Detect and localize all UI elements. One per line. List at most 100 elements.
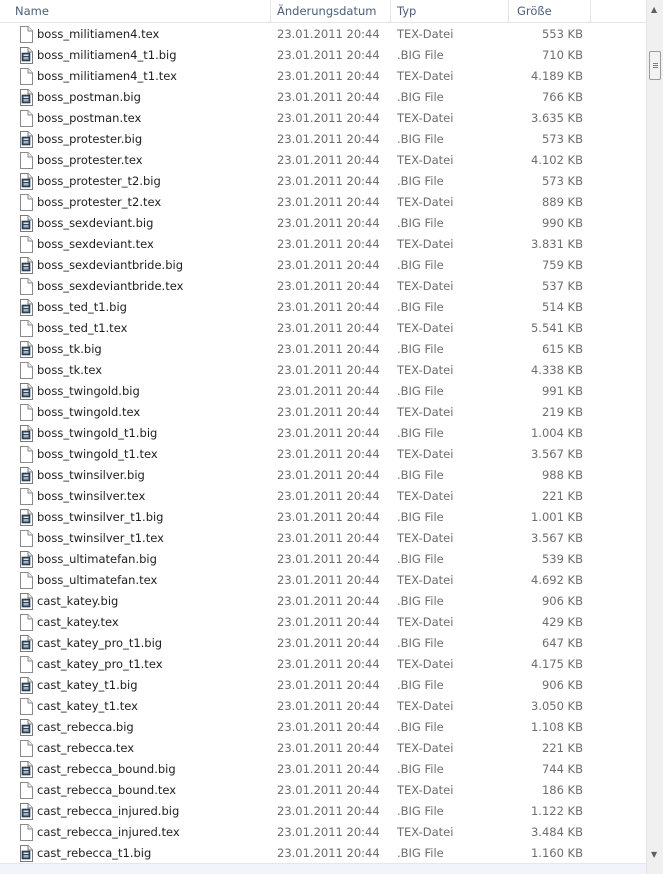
file-size: 539 KB (541, 552, 583, 566)
file-modified-date: 23.01.2011 20:44 (277, 69, 380, 83)
file-row[interactable]: boss_protester_t2.tex 23.01.2011 20:44 TEX… (0, 192, 646, 213)
file-row[interactable]: boss_ultimatefan.tex 23.01.2011 20:44 TEX-… (0, 570, 646, 591)
file-row[interactable]: boss_twinsilver_t1.big 23.01.2011 20:44 .B… (0, 507, 646, 528)
file-row[interactable]: boss_twinsilver.big 23.01.2011 20:44 .BIG … (0, 465, 646, 486)
file-row[interactable]: cast_rebecca.tex 23.01.2011 20:44 TEX-Date… (0, 738, 646, 759)
column-header-size[interactable]: Größe (517, 0, 552, 22)
blank-file-icon (19, 488, 33, 505)
big-file-icon (19, 551, 33, 568)
grip-line (653, 67, 658, 68)
blank-file-icon (19, 530, 33, 547)
file-row[interactable]: boss_protester_t2.big 23.01.2011 20:44 .BI… (0, 171, 646, 192)
blank-file-icon (19, 320, 33, 337)
file-row[interactable]: boss_sexdeviant.tex 23.01.2011 20:44 TEX-D… (0, 234, 646, 255)
file-name: boss_ted_t1.tex (37, 321, 128, 335)
file-type: .BIG File (397, 636, 444, 650)
column-divider[interactable] (390, 0, 391, 22)
file-row[interactable]: boss_twingold_t1.big 23.01.2011 20:44 .BIG… (0, 423, 646, 444)
file-row[interactable]: boss_twingold_t1.tex 23.01.2011 20:44 TEX-… (0, 444, 646, 465)
file-name: boss_twinsilver_t1.big (37, 510, 164, 524)
file-modified-date: 23.01.2011 20:44 (277, 573, 380, 587)
file-row[interactable]: boss_twingold.tex 23.01.2011 20:44 TEX-Dat… (0, 402, 646, 423)
blank-file-icon (19, 110, 33, 127)
file-name: boss_twingold_t1.tex (37, 447, 158, 461)
file-modified-date: 23.01.2011 20:44 (277, 279, 380, 293)
blank-file-icon (19, 26, 33, 43)
file-type: .BIG File (397, 510, 444, 524)
file-name: boss_militiamen4_t1.tex (37, 69, 177, 83)
blank-file-icon (19, 572, 33, 589)
file-modified-date: 23.01.2011 20:44 (277, 342, 380, 356)
file-name: cast_rebecca_t1.big (37, 846, 152, 860)
file-modified-date: 23.01.2011 20:44 (277, 363, 380, 377)
file-row[interactable]: boss_ultimatefan.big 23.01.2011 20:44 .BIG… (0, 549, 646, 570)
status-strip (0, 864, 646, 874)
file-row[interactable]: boss_sexdeviantbride.big 23.01.2011 20:44… (0, 255, 646, 276)
file-modified-date: 23.01.2011 20:44 (277, 426, 380, 440)
scroll-thumb[interactable] (649, 51, 661, 80)
vertical-scrollbar[interactable]: ▲ ▼ (646, 0, 663, 874)
column-divider[interactable] (590, 0, 591, 22)
file-row[interactable]: cast_katey_t1.big 23.01.2011 20:44 .BIG Fi… (0, 675, 646, 696)
file-row[interactable]: boss_ted_t1.tex 23.01.2011 20:44 TEX-Datei… (0, 318, 646, 339)
file-size: 1.001 KB (530, 510, 583, 524)
file-name: boss_sexdeviantbride.big (37, 258, 184, 272)
file-type: .BIG File (397, 342, 444, 356)
blank-file-icon (19, 362, 33, 379)
file-modified-date: 23.01.2011 20:44 (277, 510, 380, 524)
file-row[interactable]: boss_militiamen4.tex 23.01.2011 20:44 TEX-… (0, 24, 646, 45)
file-type: TEX-Datei (397, 699, 454, 713)
file-row[interactable]: cast_rebecca_injured.big 23.01.2011 20:44… (0, 801, 646, 822)
file-type: .BIG File (397, 48, 444, 62)
scroll-down-icon[interactable]: ▼ (651, 851, 657, 859)
column-divider[interactable] (270, 0, 271, 22)
file-modified-date: 23.01.2011 20:44 (277, 678, 380, 692)
file-row[interactable]: cast_katey_pro_t1.tex 23.01.2011 20:44 TEX… (0, 654, 646, 675)
file-row[interactable]: boss_sexdeviantbride.tex 23.01.2011 20:44… (0, 276, 646, 297)
file-name: boss_ultimatefan.tex (37, 573, 158, 587)
file-row[interactable]: boss_postman.big 23.01.2011 20:44 .BIG Fil… (0, 87, 646, 108)
file-name: boss_tk.tex (37, 363, 103, 377)
file-row[interactable]: boss_ted_t1.big 23.01.2011 20:44 .BIG File… (0, 297, 646, 318)
file-list-view: Name ^ Änderungsdatum Typ Größe boss_mil… (0, 0, 663, 874)
file-row[interactable]: boss_twinsilver.tex 23.01.2011 20:44 TEX-D… (0, 486, 646, 507)
file-name: cast_rebecca_injured.tex (37, 825, 180, 839)
column-header-name[interactable]: Name (15, 0, 49, 22)
column-divider[interactable] (508, 0, 509, 22)
big-file-icon (19, 341, 33, 358)
big-file-icon (19, 593, 33, 610)
file-name: boss_twingold.tex (37, 405, 141, 419)
file-row[interactable]: boss_protester.big 23.01.2011 20:44 .BIG F… (0, 129, 646, 150)
file-row[interactable]: boss_militiamen4_t1.big 23.01.2011 20:44.… (0, 45, 646, 66)
file-row[interactable]: cast_rebecca_t1.big 23.01.2011 20:44 .BIG … (0, 843, 646, 864)
file-row[interactable]: cast_katey_pro_t1.big 23.01.2011 20:44 .BI… (0, 633, 646, 654)
file-row[interactable]: boss_tk.tex 23.01.2011 20:44 TEX-Datei 4.33… (0, 360, 646, 381)
file-row[interactable]: cast_rebecca.big 23.01.2011 20:44 .BIG Fil… (0, 717, 646, 738)
file-row[interactable]: boss_protester.tex 23.01.2011 20:44 TEX-Da… (0, 150, 646, 171)
file-row[interactable]: boss_sexdeviant.big 23.01.2011 20:44 .BIG … (0, 213, 646, 234)
file-row[interactable]: cast_katey_t1.tex 23.01.2011 20:44 TEX-Dat… (0, 696, 646, 717)
file-row[interactable]: boss_twingold.big 23.01.2011 20:44 .BIG Fi… (0, 381, 646, 402)
file-row[interactable]: boss_tk.big 23.01.2011 20:44 .BIG File 615 … (0, 339, 646, 360)
file-row[interactable]: cast_rebecca_injured.tex 23.01.2011 20:44… (0, 822, 646, 843)
file-row[interactable]: boss_postman.tex 23.01.2011 20:44 TEX-Date… (0, 108, 646, 129)
file-size: 3.567 KB (530, 447, 583, 461)
big-file-icon (19, 803, 33, 820)
scroll-up-icon[interactable]: ▲ (651, 6, 657, 14)
column-header-type[interactable]: Typ (397, 0, 416, 22)
file-row[interactable]: boss_militiamen4_t1.tex 23.01.2011 20:44 T… (0, 66, 646, 87)
file-type: .BIG File (397, 384, 444, 398)
file-type: TEX-Datei (397, 741, 454, 755)
file-row[interactable]: cast_katey.tex 23.01.2011 20:44 TEX-Datei 4… (0, 612, 646, 633)
file-size: 1.122 KB (530, 804, 583, 818)
file-modified-date: 23.01.2011 20:44 (277, 405, 380, 419)
column-header-modified[interactable]: Änderungsdatum (277, 0, 376, 22)
file-row[interactable]: cast_rebecca_bound.tex 23.01.2011 20:44 TE… (0, 780, 646, 801)
file-row[interactable]: boss_twinsilver_t1.tex 23.01.2011 20:44 TE… (0, 528, 646, 549)
file-row[interactable]: cast_rebecca_bound.big 23.01.2011 20:44 .B… (0, 759, 646, 780)
grip-line (653, 65, 658, 66)
file-modified-date: 23.01.2011 20:44 (277, 489, 380, 503)
file-modified-date: 23.01.2011 20:44 (277, 153, 380, 167)
file-type: TEX-Datei (397, 447, 454, 461)
file-row[interactable]: cast_katey.big 23.01.2011 20:44 .BIG File 9… (0, 591, 646, 612)
